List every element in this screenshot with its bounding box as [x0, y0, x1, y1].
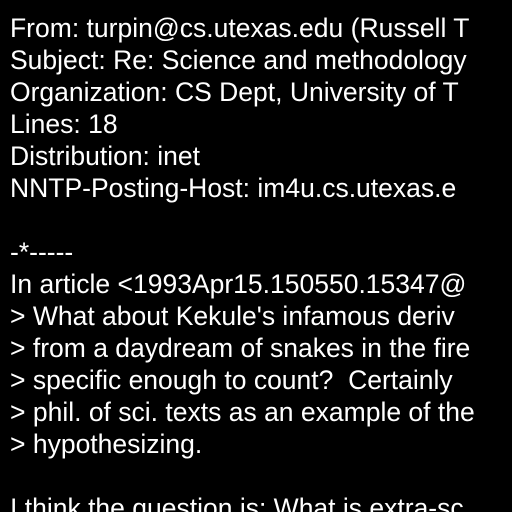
quoted-line: > specific enough to count? Certainly [10, 365, 453, 395]
distribution-header: Distribution: inet [10, 141, 201, 171]
subject-header: Subject: Re: Science and methodology [10, 45, 467, 75]
separator-line: -*----- [10, 237, 74, 267]
quoted-line: > What about Kekule's infamous deriv [10, 301, 455, 331]
attribution-line: In article <1993Apr15.150550.15347@ [10, 269, 467, 299]
reply-line: I think the question is: What is extra-s… [10, 493, 464, 512]
message-view: From: turpin@cs.utexas.edu (Russell T Su… [0, 0, 512, 512]
quoted-line: > hypothesizing. [10, 429, 203, 459]
from-header: From: turpin@cs.utexas.edu (Russell T [10, 13, 470, 43]
quoted-line: > from a daydream of snakes in the fire [10, 333, 471, 363]
nntp-host-header: NNTP-Posting-Host: im4u.cs.utexas.e [10, 173, 457, 203]
quoted-line: > phil. of sci. texts as an example of t… [10, 397, 475, 427]
organization-header: Organization: CS Dept, University of T [10, 77, 459, 107]
lines-header: Lines: 18 [10, 109, 118, 139]
